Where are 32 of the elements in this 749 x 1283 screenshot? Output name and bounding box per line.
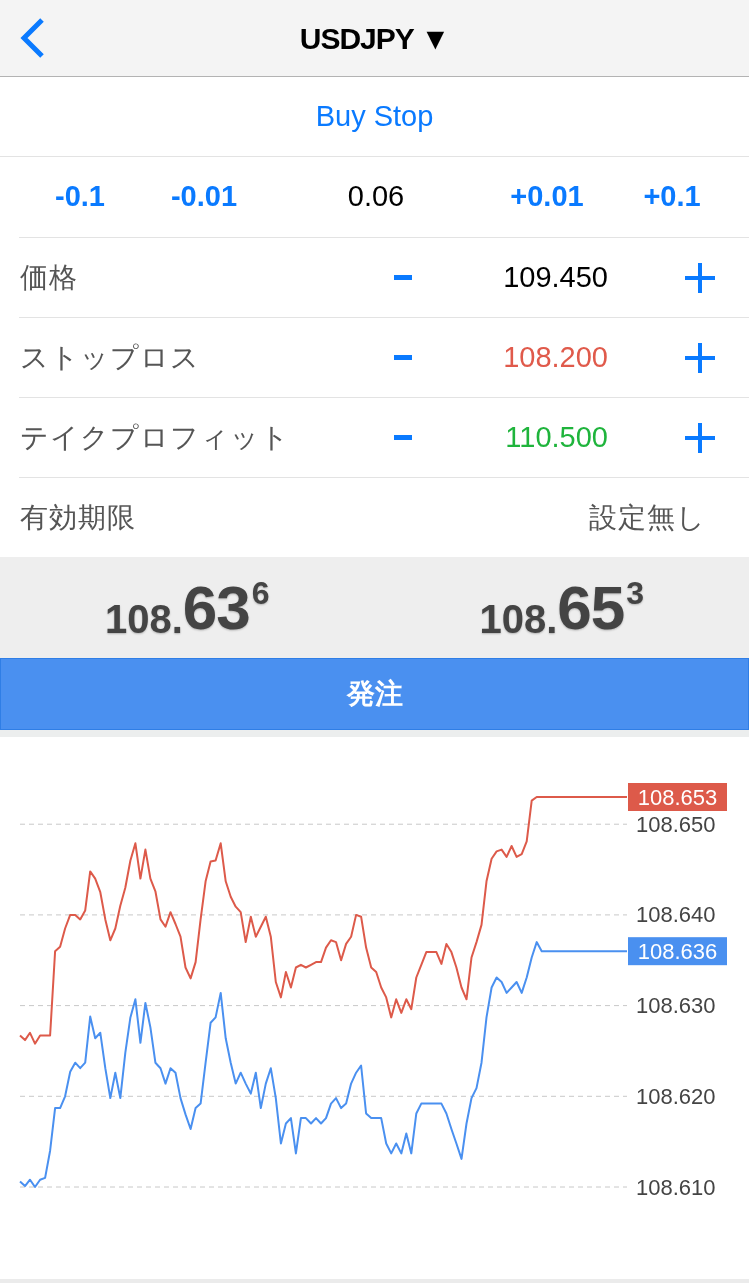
minus-icon [394,275,412,280]
y-tick-label: 108.653 [637,784,718,810]
field-label: 有効期限 [20,501,136,533]
field-value: 109.450 [503,259,608,295]
volume-step-button[interactable]: -0.01 [144,172,264,222]
y-axis-label: 108.640 [636,902,716,928]
plus-icon [685,422,715,453]
minus-icon [394,355,412,360]
field-label: テイクプロフィット [20,421,290,453]
price-tag: 108.653 [628,783,727,811]
field-value: 108.200 [503,339,608,375]
field-label: ストップロス [20,341,200,373]
place-order-button[interactable]: 発注 [0,658,749,730]
volume-step-button[interactable]: -0.1 [20,172,140,222]
chevron-left-icon [19,18,45,58]
minus-icon [394,435,412,440]
volume-step-button[interactable]: +0.1 [612,172,732,222]
field-value: 110.500 [505,419,608,455]
y-axis-label: 108.620 [636,1083,716,1109]
y-axis-label: 108.630 [636,993,716,1019]
order-type-selector[interactable]: Buy Stop [315,94,434,139]
plus-icon [685,342,715,373]
volume-step-button[interactable]: +0.01 [487,172,607,222]
expiry-value[interactable]: 設定無し [589,496,706,539]
y-axis-label: 108.610 [636,1174,716,1200]
y-axis-label: 108.650 [636,811,716,837]
price-tag: 108.636 [628,937,727,966]
symbol-selector[interactable]: USDJPY ▼ [299,15,450,61]
volume-value: 0.06 [347,179,405,215]
plus-icon [685,262,715,293]
field-label: 価格 [20,261,78,293]
y-tick-label: 108.636 [637,938,718,964]
